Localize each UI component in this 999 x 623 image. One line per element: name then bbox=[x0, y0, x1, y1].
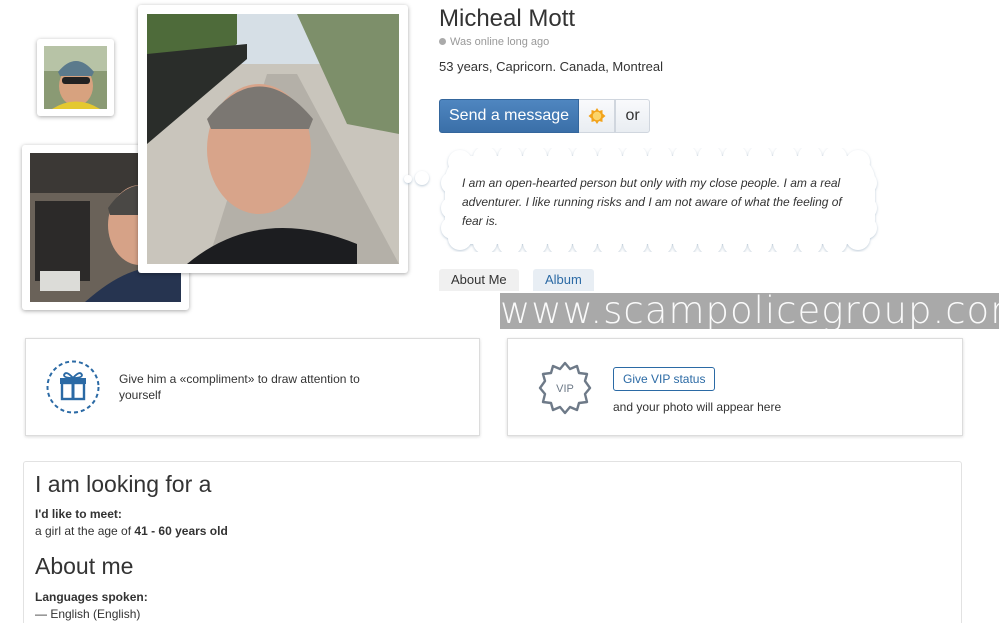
watermark-banner: www.scampolicegroup.com bbox=[500, 289, 999, 332]
vip-note: and your photo will appear here bbox=[613, 400, 782, 414]
about-me-title: About me bbox=[35, 553, 134, 579]
languages-label: Languages spoken: bbox=[35, 590, 148, 604]
profile-name: Micheal Mott bbox=[439, 5, 576, 32]
compliment-card[interactable]: Give him a «compliment» to draw attentio… bbox=[25, 338, 480, 436]
give-vip-status-button[interactable]: Give VIP status bbox=[613, 367, 716, 391]
meet-value-prefix: a girl at the age of bbox=[35, 524, 135, 538]
profile-main-photo[interactable] bbox=[138, 5, 408, 273]
tab-about-me[interactable]: About Me bbox=[439, 269, 519, 291]
profile-details: 53 years, Capricorn. Canada, Montreal bbox=[439, 59, 664, 74]
profile-quote: I am an open-hearted person but only wit… bbox=[462, 176, 842, 228]
gift-icon bbox=[46, 360, 100, 414]
online-status-text: Was online long ago bbox=[450, 36, 550, 48]
vip-badge-label: VIP bbox=[556, 383, 574, 395]
status-dot-icon bbox=[439, 38, 446, 45]
profile-thumbnail-1[interactable] bbox=[37, 39, 114, 116]
languages-value: — English (English) bbox=[35, 607, 141, 621]
online-status: Was online long ago bbox=[439, 36, 549, 48]
profile-info-panel: I am looking for a I'd like to meet: a g… bbox=[23, 461, 962, 623]
meet-age-range: 41 - 60 years old bbox=[134, 524, 228, 538]
or-button[interactable]: or bbox=[615, 99, 651, 133]
meet-value: a girl at the age of 41 - 60 years old bbox=[35, 524, 228, 538]
vip-badge-icon bbox=[588, 108, 606, 124]
vip-card: VIP Give VIP status and your photo will … bbox=[507, 338, 963, 436]
meet-label: I'd like to meet: bbox=[35, 507, 122, 521]
watermark-text: www.scampolicegroup.com bbox=[500, 289, 999, 332]
looking-for-title: I am looking for a bbox=[35, 471, 212, 497]
action-button-group: Send a message or bbox=[439, 99, 651, 133]
send-message-button[interactable]: Send a message bbox=[439, 99, 580, 133]
thumbnail-photo-1 bbox=[44, 46, 107, 109]
vip-badge-outline-icon: VIP bbox=[538, 361, 592, 415]
vip-button[interactable] bbox=[579, 99, 616, 133]
main-photo-image bbox=[147, 14, 399, 264]
tab-album[interactable]: Album bbox=[533, 269, 594, 291]
compliment-text: Give him a «compliment» to draw attentio… bbox=[119, 372, 360, 402]
